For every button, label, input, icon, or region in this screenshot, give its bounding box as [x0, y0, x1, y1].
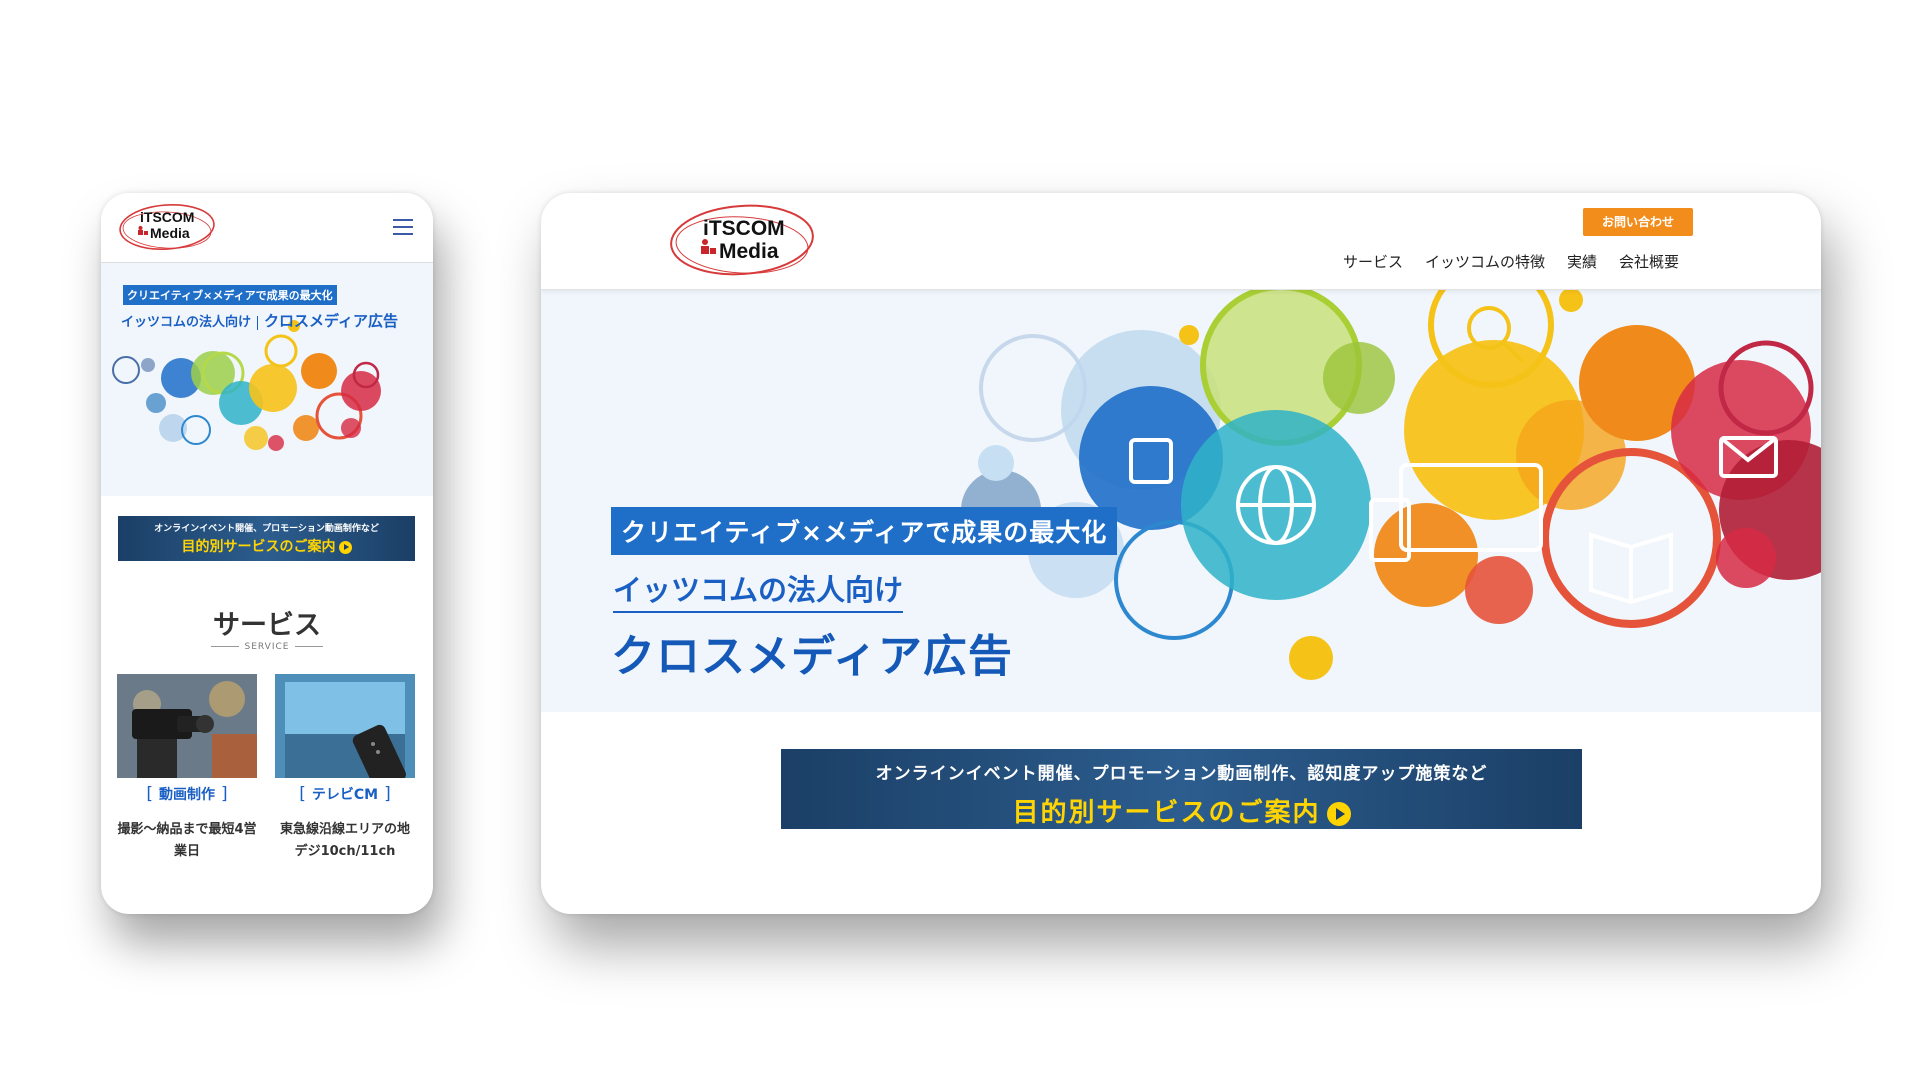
svg-text:iTSCOM: iTSCOM [703, 217, 785, 240]
hero-title: クロスメディア広告 [611, 631, 1013, 682]
tv-cm-image [275, 674, 415, 778]
service-card-tvcm-desc: 東急線沿線エリアの地デジ10ch/11ch [279, 822, 410, 859]
nav-item-company[interactable]: 会社概要 [1608, 251, 1690, 272]
mobile-mockup: iTSCOM Media クリエイティブ×メディアで成果の最大化 イッツコムの法… [101, 193, 433, 914]
svg-text:Media: Media [150, 225, 190, 241]
mobile-hero-subtitle: イッツコムの法人向け [121, 315, 252, 330]
svg-text:Media: Media [719, 240, 779, 263]
desktop-header: iTSCOM Media お問い合わせ サービス イッツコムの特徴 実績 会社概… [541, 193, 1821, 290]
service-card-video[interactable]: [動画制作] 撮影〜納品まで最短4営業日 [117, 674, 257, 863]
service-card-tvcm[interactable]: [テレビCM] 東急線沿線エリアの地デジ10ch/11ch [275, 674, 415, 863]
section-title: サービス [213, 610, 321, 641]
itscom-media-logo[interactable]: iTSCOM Media [667, 201, 817, 281]
mobile-service-guide-banner[interactable]: オンラインイベント開催、プロモーション動画制作など 目的別サービスのご案内 [118, 516, 415, 561]
desktop-hero: クリエイティブ×メディアで成果の最大化 イッツコムの法人向け クロスメディア広告 [541, 290, 1821, 712]
service-card-tvcm-label: テレビCM [311, 787, 379, 803]
banner-line2: 目的別サービスのご案内 [1012, 798, 1321, 828]
nav-item-service[interactable]: サービス [1332, 251, 1414, 272]
hero-tagline: クリエイティブ×メディアで成果の最大化 [611, 507, 1118, 555]
play-arrow-icon [338, 540, 352, 554]
mobile-hero-tagline: クリエイティブ×メディアで成果の最大化 [123, 285, 337, 305]
main-nav: サービス イッツコムの特徴 実績 会社概要 [1332, 251, 1690, 272]
hamburger-menu-icon[interactable] [393, 219, 413, 235]
play-arrow-icon [1326, 801, 1351, 826]
svg-text:iTSCOM: iTSCOM [140, 209, 194, 225]
mobile-hero-title: クロスメディア広告 [264, 312, 398, 330]
service-guide-banner[interactable]: オンラインイベント開催、プロモーション動画制作、認知度アップ施策など 目的別サー… [781, 749, 1582, 829]
nav-item-results[interactable]: 実績 [1556, 251, 1608, 272]
mobile-banner-line2: 目的別サービスのご案内 [181, 539, 336, 555]
mobile-hero-heading: イッツコムの法人向け クロスメディア広告 [121, 310, 398, 331]
video-production-image [117, 674, 257, 778]
nav-item-features[interactable]: イッツコムの特徴 [1414, 251, 1556, 272]
banner-line1: オンラインイベント開催、プロモーション動画制作、認知度アップ施策など [875, 764, 1488, 784]
service-card-video-desc: 撮影〜納品まで最短4営業日 [117, 822, 257, 859]
hero-subtitle: イッツコムの法人向け [613, 567, 904, 613]
itscom-media-logo[interactable]: iTSCOM Media [117, 200, 217, 254]
contact-button[interactable]: お問い合わせ [1583, 208, 1693, 236]
mobile-hero: クリエイティブ×メディアで成果の最大化 イッツコムの法人向け クロスメディア広告 [101, 263, 433, 496]
service-card-video-label: 動画制作 [159, 787, 215, 803]
desktop-mockup: iTSCOM Media お問い合わせ サービス イッツコムの特徴 実績 会社概… [541, 193, 1821, 914]
mobile-banner-line1: オンラインイベント開催、プロモーション動画制作など [154, 524, 379, 534]
section-subtitle: SERVICE [101, 642, 433, 652]
mobile-header: iTSCOM Media [101, 193, 433, 263]
